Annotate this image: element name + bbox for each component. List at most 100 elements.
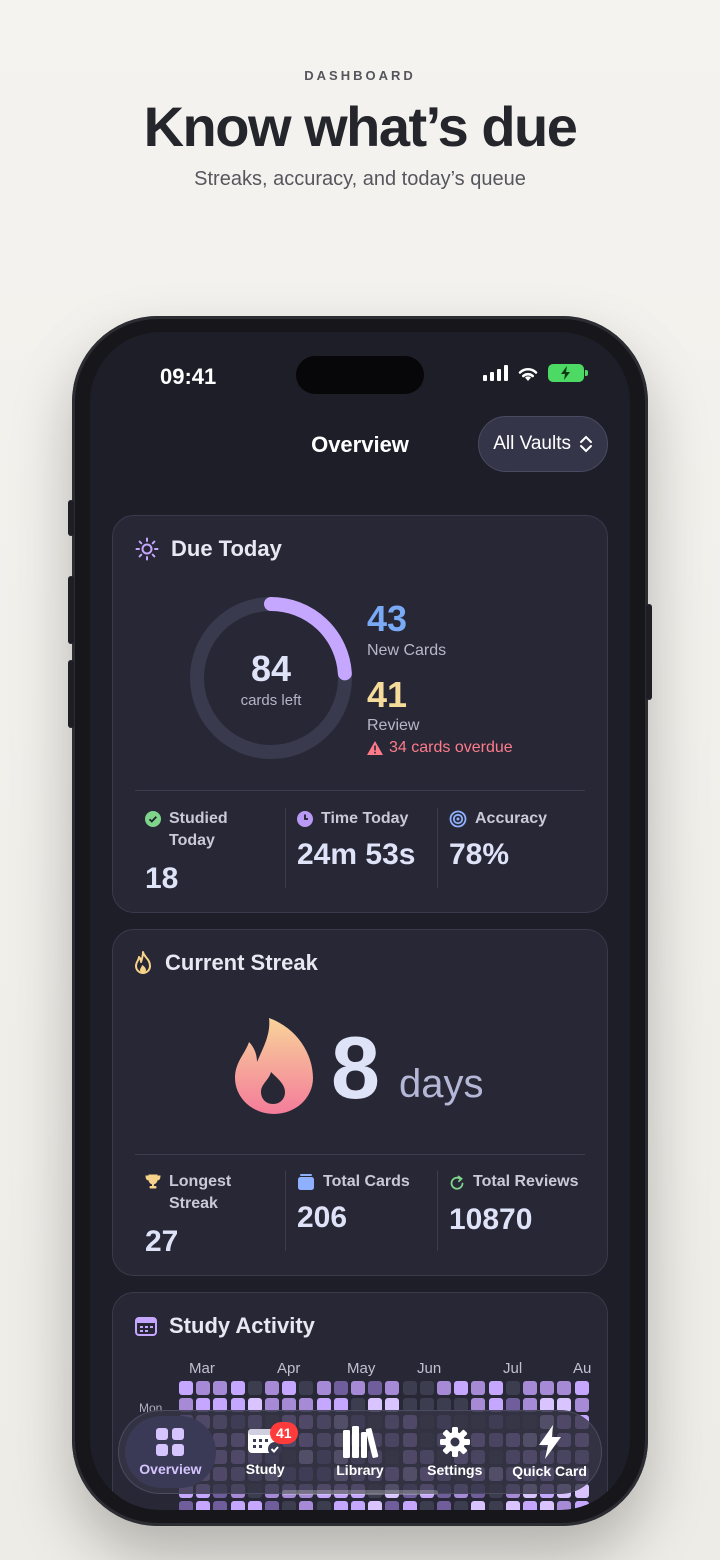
stat-label: Time Today (321, 810, 409, 827)
heatmap-cell (574, 1381, 589, 1395)
tab-label: Settings (427, 1462, 483, 1478)
stat-value: 10870 (449, 1203, 533, 1236)
heatmap-cell (523, 1501, 537, 1510)
wifi-icon (518, 368, 538, 381)
stat-studied-today: Studied Today 18 (145, 808, 275, 896)
app-screen: 09:41 Overview All Vaults Due Today 84 c… (90, 332, 630, 1510)
volume-down-button (68, 660, 74, 728)
heatmap-cell (402, 1381, 417, 1395)
heatmap-cell (368, 1381, 383, 1395)
heatmap-cell (505, 1501, 520, 1510)
heatmap-cell (230, 1381, 245, 1395)
heatmap-cell (247, 1501, 262, 1510)
streak-unit: days (399, 1062, 484, 1106)
heatmap-cell (213, 1501, 228, 1510)
heatmap-cell (247, 1381, 262, 1395)
heatmap-cell (299, 1381, 314, 1395)
stat-value: 18 (145, 862, 179, 895)
due-today-card[interactable]: Due Today 84 cards left 43 New Cards 41 … (112, 515, 608, 913)
month-label: Jul (503, 1360, 523, 1377)
tab-study[interactable]: 41 Study (220, 1416, 311, 1488)
heatmap-cell (230, 1501, 245, 1510)
heatmap-cell (316, 1381, 331, 1395)
stat-total-reviews: Total Reviews 10870 (449, 1171, 589, 1237)
heatmap-cell (368, 1501, 383, 1510)
volume-up-button (68, 576, 74, 644)
marketing-subtitle: Streaks, accuracy, and today’s queue (194, 168, 526, 190)
calendar-icon (135, 1317, 157, 1336)
status-time: 09:41 (160, 364, 217, 389)
overdue-warning: 34 cards overdue (367, 739, 513, 757)
new-cards-value: 43 (367, 598, 408, 639)
stat-label: Longest Streak (169, 1173, 232, 1212)
current-streak-card[interactable]: Current Streak 8 days Longest Streak 27 (112, 929, 608, 1276)
flame-outline-icon (135, 951, 151, 974)
overdue-text: 34 cards overdue (389, 739, 513, 756)
heatmap-cell (179, 1381, 193, 1395)
heatmap-cell (385, 1381, 400, 1395)
heatmap-cell (385, 1501, 400, 1510)
new-cards-label: New Cards (367, 642, 447, 659)
tab-settings[interactable]: Settings (409, 1416, 500, 1488)
stat-separator (285, 808, 286, 888)
signal-icon (483, 365, 508, 381)
home-indicator (282, 1490, 438, 1495)
tab-label: Library (336, 1462, 384, 1478)
clock-icon (297, 811, 313, 827)
sun-icon (135, 537, 159, 561)
tab-quick-card[interactable]: Quick Card (504, 1416, 595, 1488)
stat-time-today: Time Today 24m 53s (297, 808, 437, 872)
activity-header: Study Activity (135, 1313, 315, 1339)
month-label: May (347, 1360, 376, 1377)
vault-selector-button[interactable]: All Vaults (478, 416, 608, 472)
power-button (646, 604, 652, 700)
month-label: Mar (189, 1360, 215, 1377)
stat-accuracy: Accuracy 78% (449, 808, 589, 872)
heatmap-cell (196, 1501, 211, 1510)
heatmap-cell (333, 1501, 348, 1510)
stack-icon (298, 1174, 314, 1190)
heatmap-cell (437, 1381, 451, 1395)
heatmap-cell (299, 1501, 314, 1510)
heatmap-cell (333, 1381, 348, 1395)
stat-label: Studied Today (169, 810, 228, 849)
action-button (68, 500, 74, 536)
heatmap-cell (488, 1501, 503, 1510)
heatmap-cell (265, 1381, 279, 1395)
heatmap-cell (351, 1501, 365, 1510)
streak-value: 8 (331, 1018, 380, 1117)
tab-label: Study (245, 1461, 285, 1477)
heatmap-cell (574, 1501, 589, 1510)
stat-longest-streak: Longest Streak 27 (145, 1171, 275, 1259)
heatmap-cell (505, 1381, 520, 1395)
tab-label: Overview (139, 1461, 202, 1477)
stat-value: 27 (145, 1225, 179, 1258)
heatmap-cell (419, 1381, 434, 1395)
flame-icon (235, 1018, 313, 1114)
grid-icon (156, 1428, 185, 1456)
heatmap-cell (454, 1501, 469, 1510)
tab-library[interactable]: Library (315, 1416, 406, 1488)
stat-separator (437, 808, 438, 888)
stat-value: 206 (297, 1201, 348, 1234)
stat-total-cards: Total Cards 206 (297, 1171, 437, 1235)
review-value: 41 (367, 674, 408, 715)
heatmap-cell (454, 1381, 469, 1395)
tab-overview[interactable]: Overview (125, 1416, 216, 1488)
heatmap-cell (557, 1501, 572, 1510)
heatmap-cell (213, 1381, 228, 1395)
stat-value: 24m 53s (297, 838, 416, 871)
heatmap-cell (179, 1501, 193, 1510)
divider (135, 1154, 585, 1155)
tab-bar: Overview 41 Study Library Settings Quick… (118, 1410, 602, 1494)
target-icon (449, 810, 467, 828)
heatmap-cell (471, 1501, 486, 1510)
gear-icon (439, 1427, 470, 1457)
heatmap-cell (419, 1501, 434, 1510)
phone-frame: 09:41 Overview All Vaults Due Today 84 c… (68, 316, 652, 1526)
cards-left-label: cards left (240, 692, 302, 709)
month-label: Apr (277, 1360, 301, 1377)
heatmap-cell (540, 1381, 555, 1395)
books-icon (342, 1426, 379, 1458)
heatmap-cell (574, 1398, 589, 1413)
